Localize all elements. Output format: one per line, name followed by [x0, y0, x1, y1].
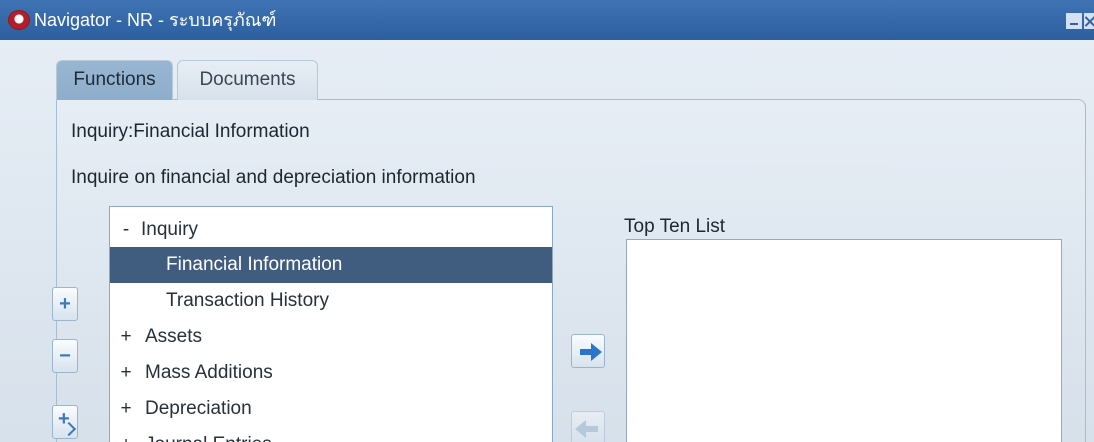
tree-item-mass-additions[interactable]: + Mass Additions — [110, 355, 552, 391]
close-icon[interactable] — [1084, 13, 1094, 29]
plus-icon: + — [59, 293, 71, 315]
tree-item-transaction-history[interactable]: Transaction History — [110, 283, 552, 319]
tree-item-journal-entries[interactable]: + Journal Entries — [110, 427, 552, 442]
expand-button[interactable]: + — [52, 287, 78, 321]
tree-toggle[interactable]: + — [118, 319, 134, 355]
tab-functions[interactable]: Functions — [56, 60, 173, 100]
tree-toggle[interactable]: + — [118, 391, 134, 427]
tree-item-label: Inquiry — [141, 219, 199, 240]
title-bar: Navigator - NR - ระบบครุภัณฑ์ — [0, 0, 1094, 40]
oracle-app-icon — [8, 10, 30, 30]
add-to-top-ten-button[interactable] — [571, 334, 605, 368]
tree-item-label: Depreciation — [145, 398, 252, 419]
collapse-button[interactable]: − — [52, 339, 78, 373]
tree-item-depreciation[interactable]: + Depreciation — [110, 391, 552, 427]
arrow-left-icon-shaft — [585, 426, 598, 432]
tree-toggle[interactable]: + — [118, 355, 134, 391]
tree-item-inquiry[interactable]: - Inquiry — [110, 212, 552, 248]
function-description: Inquire on financial and depreciation in… — [71, 167, 476, 188]
tree-item-label: Financial Information — [166, 254, 343, 275]
tree-toggle[interactable]: + — [118, 427, 134, 442]
function-tree[interactable]: - Inquiry Financial Information Transact… — [109, 206, 553, 442]
tree-item-label: Journal Entries — [145, 427, 272, 442]
tree-item-assets[interactable]: + Assets — [110, 319, 552, 355]
tree-item-label: Transaction History — [166, 290, 329, 311]
navigator-window: Navigator - NR - ระบบครุภัณฑ์ Functions … — [0, 0, 1094, 442]
minimize-icon[interactable] — [1066, 13, 1082, 29]
tree-item-label: Assets — [145, 326, 203, 347]
tab-documents[interactable]: Documents — [177, 60, 318, 100]
tree-item-financial-information[interactable]: Financial Information — [110, 247, 552, 283]
minus-icon: − — [59, 345, 71, 367]
window-title: Navigator - NR - ระบบครุภัณฑ์ — [34, 10, 277, 30]
top-ten-list[interactable] — [626, 239, 1062, 442]
function-path: Inquiry:Financial Information — [71, 121, 310, 142]
expand-all-button[interactable]: + — [52, 405, 78, 439]
remove-from-top-ten-button[interactable] — [571, 411, 605, 442]
top-ten-label: Top Ten List — [624, 216, 726, 237]
tree-item-label: Mass Additions — [145, 362, 273, 383]
arrow-left-icon — [575, 420, 586, 438]
tree-toggle[interactable]: - — [118, 212, 134, 248]
arrow-right-icon — [591, 343, 602, 361]
